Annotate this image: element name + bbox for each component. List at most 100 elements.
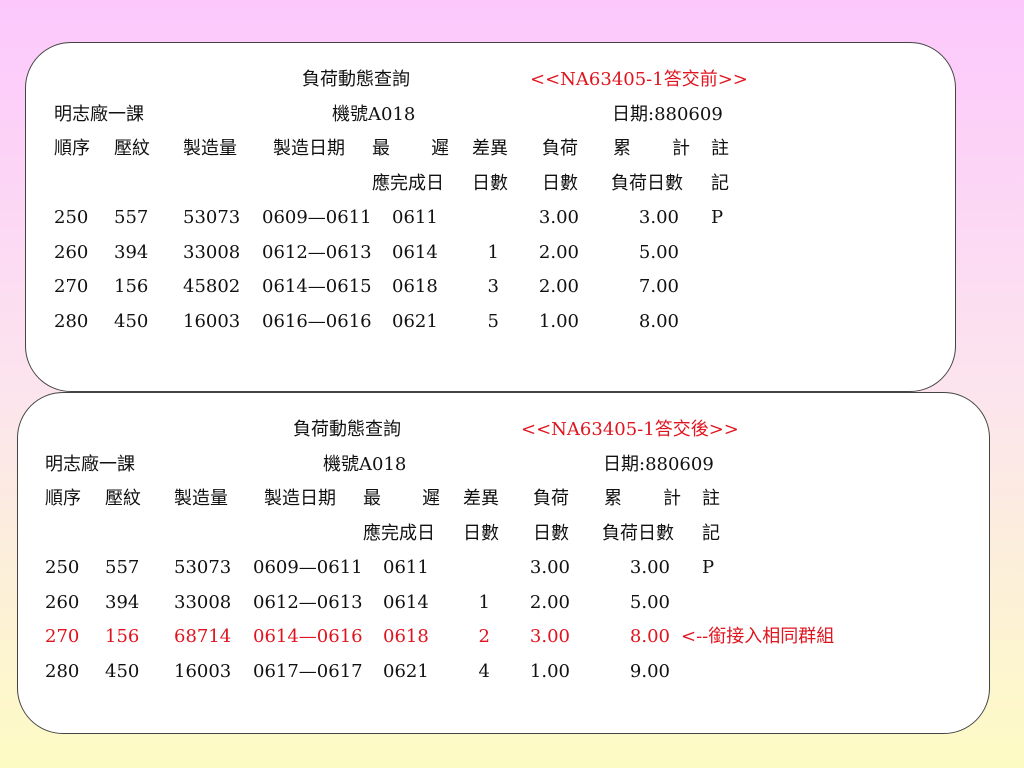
header-note: 註	[711, 138, 729, 159]
header-note-line2: 記	[702, 523, 720, 544]
machine-label: 機號A018	[332, 104, 416, 125]
header-qty: 製造量	[174, 488, 228, 509]
report-panel-after: 負荷動態查詢 <<NA63405-1答交後>> 明志廠一課 機號A018 日期:8806…	[17, 392, 990, 734]
cell-note: P	[702, 557, 715, 578]
cell-load: 3.00	[529, 557, 570, 578]
cell-seq: 270	[54, 276, 89, 297]
cell-cum: 8.00	[629, 626, 670, 647]
header-pattern: 壓紋	[105, 488, 141, 509]
machine-label: 機號A018	[323, 454, 407, 475]
cell-qty: 53073	[183, 207, 241, 228]
cell-seq: 280	[54, 310, 89, 332]
cell-note: P	[711, 207, 724, 228]
header-seq: 順序	[54, 138, 90, 159]
cell-mfg-date: 0609—0611	[253, 557, 363, 578]
date-label: 日期:880609	[612, 104, 723, 125]
header-pattern: 壓紋	[114, 138, 150, 159]
cell-note: <--銜接入相同群組	[681, 626, 835, 647]
cell-due: 0611	[392, 207, 438, 228]
department-label: 明志廠一課	[54, 104, 144, 125]
cell-mfg-date: 0617—0617	[253, 660, 363, 682]
header-cum-b: 計	[672, 138, 690, 159]
header-diff-line2: 日數	[472, 173, 508, 194]
cell-load: 3.00	[529, 626, 570, 647]
header-note: 註	[702, 488, 720, 509]
header-load-line2: 日數	[533, 523, 569, 544]
header-diff-line2: 日數	[463, 523, 499, 544]
cell-due: 0621	[392, 310, 438, 332]
report-panel-before: 負荷動態查詢 <<NA63405-1答交前>> 明志廠一課 機號A018 日期:8806…	[25, 42, 956, 392]
header-cum-line2: 負荷日數	[602, 523, 674, 544]
cell-cum: 3.00	[629, 557, 670, 578]
header-load-line2: 日數	[542, 173, 578, 194]
header-diff: 差異	[463, 488, 499, 509]
cell-pattern: 394	[114, 241, 149, 263]
cell-load: 2.00	[529, 591, 570, 613]
cell-diff: 1	[478, 591, 490, 613]
cell-mfg-date: 0616—0616	[262, 310, 372, 332]
report-tag: <<NA63405-1答交後>>	[521, 419, 739, 440]
cell-diff: 3	[487, 276, 499, 297]
cell-pattern: 156	[114, 276, 149, 297]
cell-due: 0621	[383, 660, 429, 682]
cell-due: 0614	[383, 591, 429, 613]
header-diff: 差異	[472, 138, 508, 159]
cell-diff: 4	[478, 660, 490, 682]
header-latest-line2: 應完成日	[363, 523, 435, 544]
cell-load: 1.00	[529, 660, 570, 682]
cell-mfg-date: 0612—0613	[253, 591, 363, 613]
department-label: 明志廠一課	[45, 454, 135, 475]
cell-seq: 250	[45, 557, 80, 578]
cell-mfg-date: 0614—0615	[262, 276, 372, 297]
cell-seq: 250	[54, 207, 89, 228]
cell-cum: 5.00	[638, 241, 679, 263]
cell-seq: 260	[54, 241, 89, 263]
cell-qty: 53073	[174, 557, 232, 578]
header-latest-a: 最	[372, 138, 390, 159]
cell-seq: 280	[45, 660, 80, 682]
cell-qty: 33008	[183, 241, 241, 263]
report-title: 負荷動態查詢	[293, 419, 401, 440]
header-latest-b: 遲	[422, 488, 440, 509]
header-cum-a: 累	[604, 488, 622, 509]
header-seq: 順序	[45, 488, 81, 509]
header-load: 負荷	[533, 488, 569, 509]
header-latest-line2: 應完成日	[372, 173, 444, 194]
cell-due: 0614	[392, 241, 438, 263]
cell-pattern: 394	[105, 591, 140, 613]
cell-load: 3.00	[538, 207, 579, 228]
header-cum-line2: 負荷日數	[611, 173, 683, 194]
header-cum-a: 累	[613, 138, 631, 159]
header-mfg-date: 製造日期	[273, 138, 345, 159]
cell-seq: 260	[45, 591, 80, 613]
cell-due: 0618	[392, 276, 438, 297]
cell-qty: 16003	[183, 310, 241, 332]
header-cum-b: 計	[663, 488, 681, 509]
cell-pattern: 557	[105, 557, 140, 578]
header-mfg-date: 製造日期	[264, 488, 336, 509]
cell-mfg-date: 0614—0616	[253, 626, 363, 647]
cell-cum: 7.00	[638, 276, 679, 297]
header-latest-a: 最	[363, 488, 381, 509]
cell-pattern: 156	[105, 626, 140, 647]
cell-qty: 16003	[174, 660, 232, 682]
cell-cum: 9.00	[629, 660, 670, 682]
cell-load: 2.00	[538, 276, 579, 297]
cell-pattern: 450	[114, 310, 149, 332]
cell-qty: 68714	[174, 626, 232, 647]
header-latest-b: 遲	[431, 138, 449, 159]
cell-diff: 2	[478, 626, 490, 647]
cell-pattern: 557	[114, 207, 149, 228]
cell-cum: 8.00	[638, 310, 679, 332]
cell-diff: 5	[487, 310, 499, 332]
header-qty: 製造量	[183, 138, 237, 159]
cell-qty: 45802	[183, 276, 241, 297]
header-load: 負荷	[542, 138, 578, 159]
cell-due: 0611	[383, 557, 429, 578]
date-label: 日期:880609	[603, 454, 714, 475]
cell-pattern: 450	[105, 660, 140, 682]
cell-cum: 3.00	[638, 207, 679, 228]
cell-due: 0618	[383, 626, 429, 647]
cell-diff: 1	[487, 241, 499, 263]
header-note-line2: 記	[711, 173, 729, 194]
